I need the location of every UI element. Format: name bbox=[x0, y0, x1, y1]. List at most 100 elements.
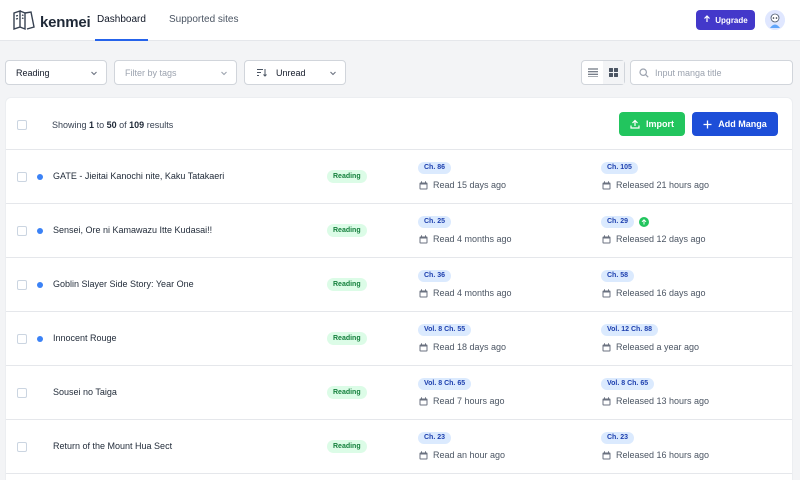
list-item[interactable]: Sousei no Taiga Reading Vol. 8 Ch. 65 Read … bbox=[6, 366, 792, 420]
latest-release-time: Released 12 days ago bbox=[616, 234, 706, 244]
kenmei-logo-icon bbox=[12, 9, 36, 36]
manga-list-panel: Showing 1 to 50 of 109 results Import Ad… bbox=[5, 97, 793, 480]
search-input[interactable] bbox=[655, 67, 785, 78]
manga-title-link[interactable]: Goblin Slayer Side Story: Year One bbox=[53, 279, 194, 289]
logo[interactable]: kenmei bbox=[12, 9, 91, 36]
top-nav: kenmei Dashboard Supported sites Upgrade bbox=[0, 0, 800, 41]
status-filter-value: Reading bbox=[16, 67, 50, 78]
unread-indicator bbox=[37, 228, 43, 234]
calendar-icon bbox=[602, 396, 611, 406]
last-read-chapter-chip[interactable]: Ch. 86 bbox=[418, 162, 452, 174]
last-read-chapter-chip[interactable]: Vol. 8 Ch. 55 bbox=[418, 324, 472, 336]
last-read-info: Read 7 hours ago bbox=[419, 396, 505, 406]
latest-chapter-chip[interactable]: Ch. 58 bbox=[601, 270, 635, 282]
results-suffix: results bbox=[146, 120, 174, 130]
tags-filter-placeholder: Filter by tags bbox=[125, 67, 177, 78]
latest-chapter-chip[interactable]: Vol. 12 Ch. 88 bbox=[601, 324, 658, 336]
calendar-icon bbox=[419, 450, 428, 460]
chevron-down-icon bbox=[91, 71, 97, 76]
sort-descending-icon bbox=[256, 68, 267, 77]
manga-title-link[interactable]: GATE - Jieitai Kanochi nite, Kaku Tataka… bbox=[53, 171, 224, 181]
latest-release-info: Released 13 hours ago bbox=[602, 396, 709, 406]
sort-value: Unread bbox=[276, 67, 306, 78]
upload-icon bbox=[630, 119, 640, 129]
row-checkbox[interactable] bbox=[17, 172, 27, 182]
latest-chapter-chip[interactable]: Ch. 105 bbox=[601, 162, 638, 174]
manga-title-link[interactable]: Sousei no Taiga bbox=[53, 387, 117, 397]
results-to: 50 bbox=[106, 120, 117, 130]
last-read-info: Read an hour ago bbox=[419, 450, 505, 460]
add-manga-button[interactable]: Add Manga bbox=[692, 112, 778, 136]
last-read-time: Read 7 hours ago bbox=[433, 396, 505, 406]
import-label: Import bbox=[646, 119, 674, 129]
unread-indicator bbox=[37, 282, 43, 288]
results-summary: Showing 1 to 50 of 109 results bbox=[52, 120, 173, 130]
tab-supported-sites[interactable]: Supported sites bbox=[169, 0, 239, 41]
last-read-time: Read 15 days ago bbox=[433, 180, 507, 190]
row-checkbox[interactable] bbox=[17, 280, 27, 290]
latest-chapter-chip[interactable]: Ch. 23 bbox=[601, 432, 635, 444]
view-toggle bbox=[581, 60, 625, 85]
list-item[interactable]: Innocent Rouge Reading Vol. 8 Ch. 55 Read 1… bbox=[6, 312, 792, 366]
upgrade-button[interactable]: Upgrade bbox=[696, 10, 755, 30]
list-view-button[interactable] bbox=[582, 61, 603, 84]
status-badge: Reading bbox=[327, 386, 367, 399]
calendar-icon bbox=[419, 342, 428, 352]
list-item[interactable]: Sensei, Ore ni Kamawazu Itte Kudasai!! Re… bbox=[6, 204, 792, 258]
plus-icon bbox=[703, 120, 712, 128]
latest-release-time: Released 16 days ago bbox=[616, 288, 706, 298]
calendar-icon bbox=[602, 450, 611, 460]
tags-filter-select[interactable]: Filter by tags bbox=[114, 60, 237, 85]
calendar-icon bbox=[419, 180, 428, 190]
latest-release-time: Released 16 hours ago bbox=[616, 450, 710, 460]
last-read-chapter-chip[interactable]: Ch. 36 bbox=[418, 270, 452, 282]
results-from: 1 bbox=[89, 120, 95, 130]
tab-dashboard[interactable]: Dashboard bbox=[95, 0, 148, 41]
grid-view-button[interactable] bbox=[603, 61, 624, 84]
latest-release-info: Released 12 days ago bbox=[602, 234, 706, 244]
chevron-down-icon bbox=[330, 71, 336, 76]
calendar-icon bbox=[602, 288, 611, 298]
row-checkbox[interactable] bbox=[17, 388, 27, 398]
manga-title-link[interactable]: Return of the Mount Hua Sect bbox=[53, 441, 172, 451]
last-read-chapter-chip[interactable]: Ch. 25 bbox=[418, 216, 452, 228]
status-badge: Reading bbox=[327, 170, 367, 183]
row-checkbox[interactable] bbox=[17, 226, 27, 236]
latest-release-time: Released a year ago bbox=[616, 342, 700, 352]
import-button[interactable]: Import bbox=[619, 112, 685, 136]
list-item[interactable]: GATE - Jieitai Kanochi nite, Kaku Tataka… bbox=[6, 150, 792, 204]
row-checkbox[interactable] bbox=[17, 334, 27, 344]
latest-chapter-chip[interactable]: Ch. 29 bbox=[601, 216, 635, 228]
sort-select[interactable]: Unread bbox=[244, 60, 346, 85]
last-read-time: Read 18 days ago bbox=[433, 342, 507, 352]
manga-title-link[interactable]: Sensei, Ore ni Kamawazu Itte Kudasai!! bbox=[53, 225, 212, 235]
row-checkbox[interactable] bbox=[17, 442, 27, 452]
calendar-icon bbox=[419, 396, 428, 406]
chevron-down-icon bbox=[221, 71, 227, 76]
latest-chapter-chip[interactable]: Vol. 8 Ch. 65 bbox=[601, 378, 655, 390]
list-item[interactable]: Return of the Mount Hua Sect Reading Ch. 2… bbox=[6, 420, 792, 474]
manga-title-link[interactable]: Innocent Rouge bbox=[53, 333, 117, 343]
avatar[interactable] bbox=[765, 10, 785, 30]
select-all-checkbox[interactable] bbox=[17, 120, 27, 130]
list-item[interactable]: Goblin Slayer Side Story: Year One Readin… bbox=[6, 258, 792, 312]
results-of-word: of bbox=[119, 120, 127, 130]
calendar-icon bbox=[419, 234, 428, 244]
search-icon bbox=[639, 67, 649, 78]
last-read-info: Read 4 months ago bbox=[419, 234, 512, 244]
last-read-time: Read an hour ago bbox=[433, 450, 506, 460]
unread-indicator bbox=[37, 174, 43, 180]
latest-release-info: Released 21 hours ago bbox=[602, 180, 709, 190]
status-filter-select[interactable]: Reading bbox=[5, 60, 107, 85]
status-badge: Reading bbox=[327, 224, 367, 237]
list-header: Showing 1 to 50 of 109 results Import Ad… bbox=[6, 98, 792, 150]
latest-release-info: Released 16 hours ago bbox=[602, 450, 709, 460]
calendar-icon bbox=[419, 288, 428, 298]
latest-release-time: Released 21 hours ago bbox=[616, 180, 710, 190]
results-prefix: Showing bbox=[52, 120, 87, 130]
latest-release-time: Released 13 hours ago bbox=[616, 396, 710, 406]
results-total: 109 bbox=[129, 120, 145, 130]
status-badge: Reading bbox=[327, 440, 367, 453]
last-read-chapter-chip[interactable]: Ch. 23 bbox=[418, 432, 452, 444]
last-read-chapter-chip[interactable]: Vol. 8 Ch. 65 bbox=[418, 378, 472, 390]
